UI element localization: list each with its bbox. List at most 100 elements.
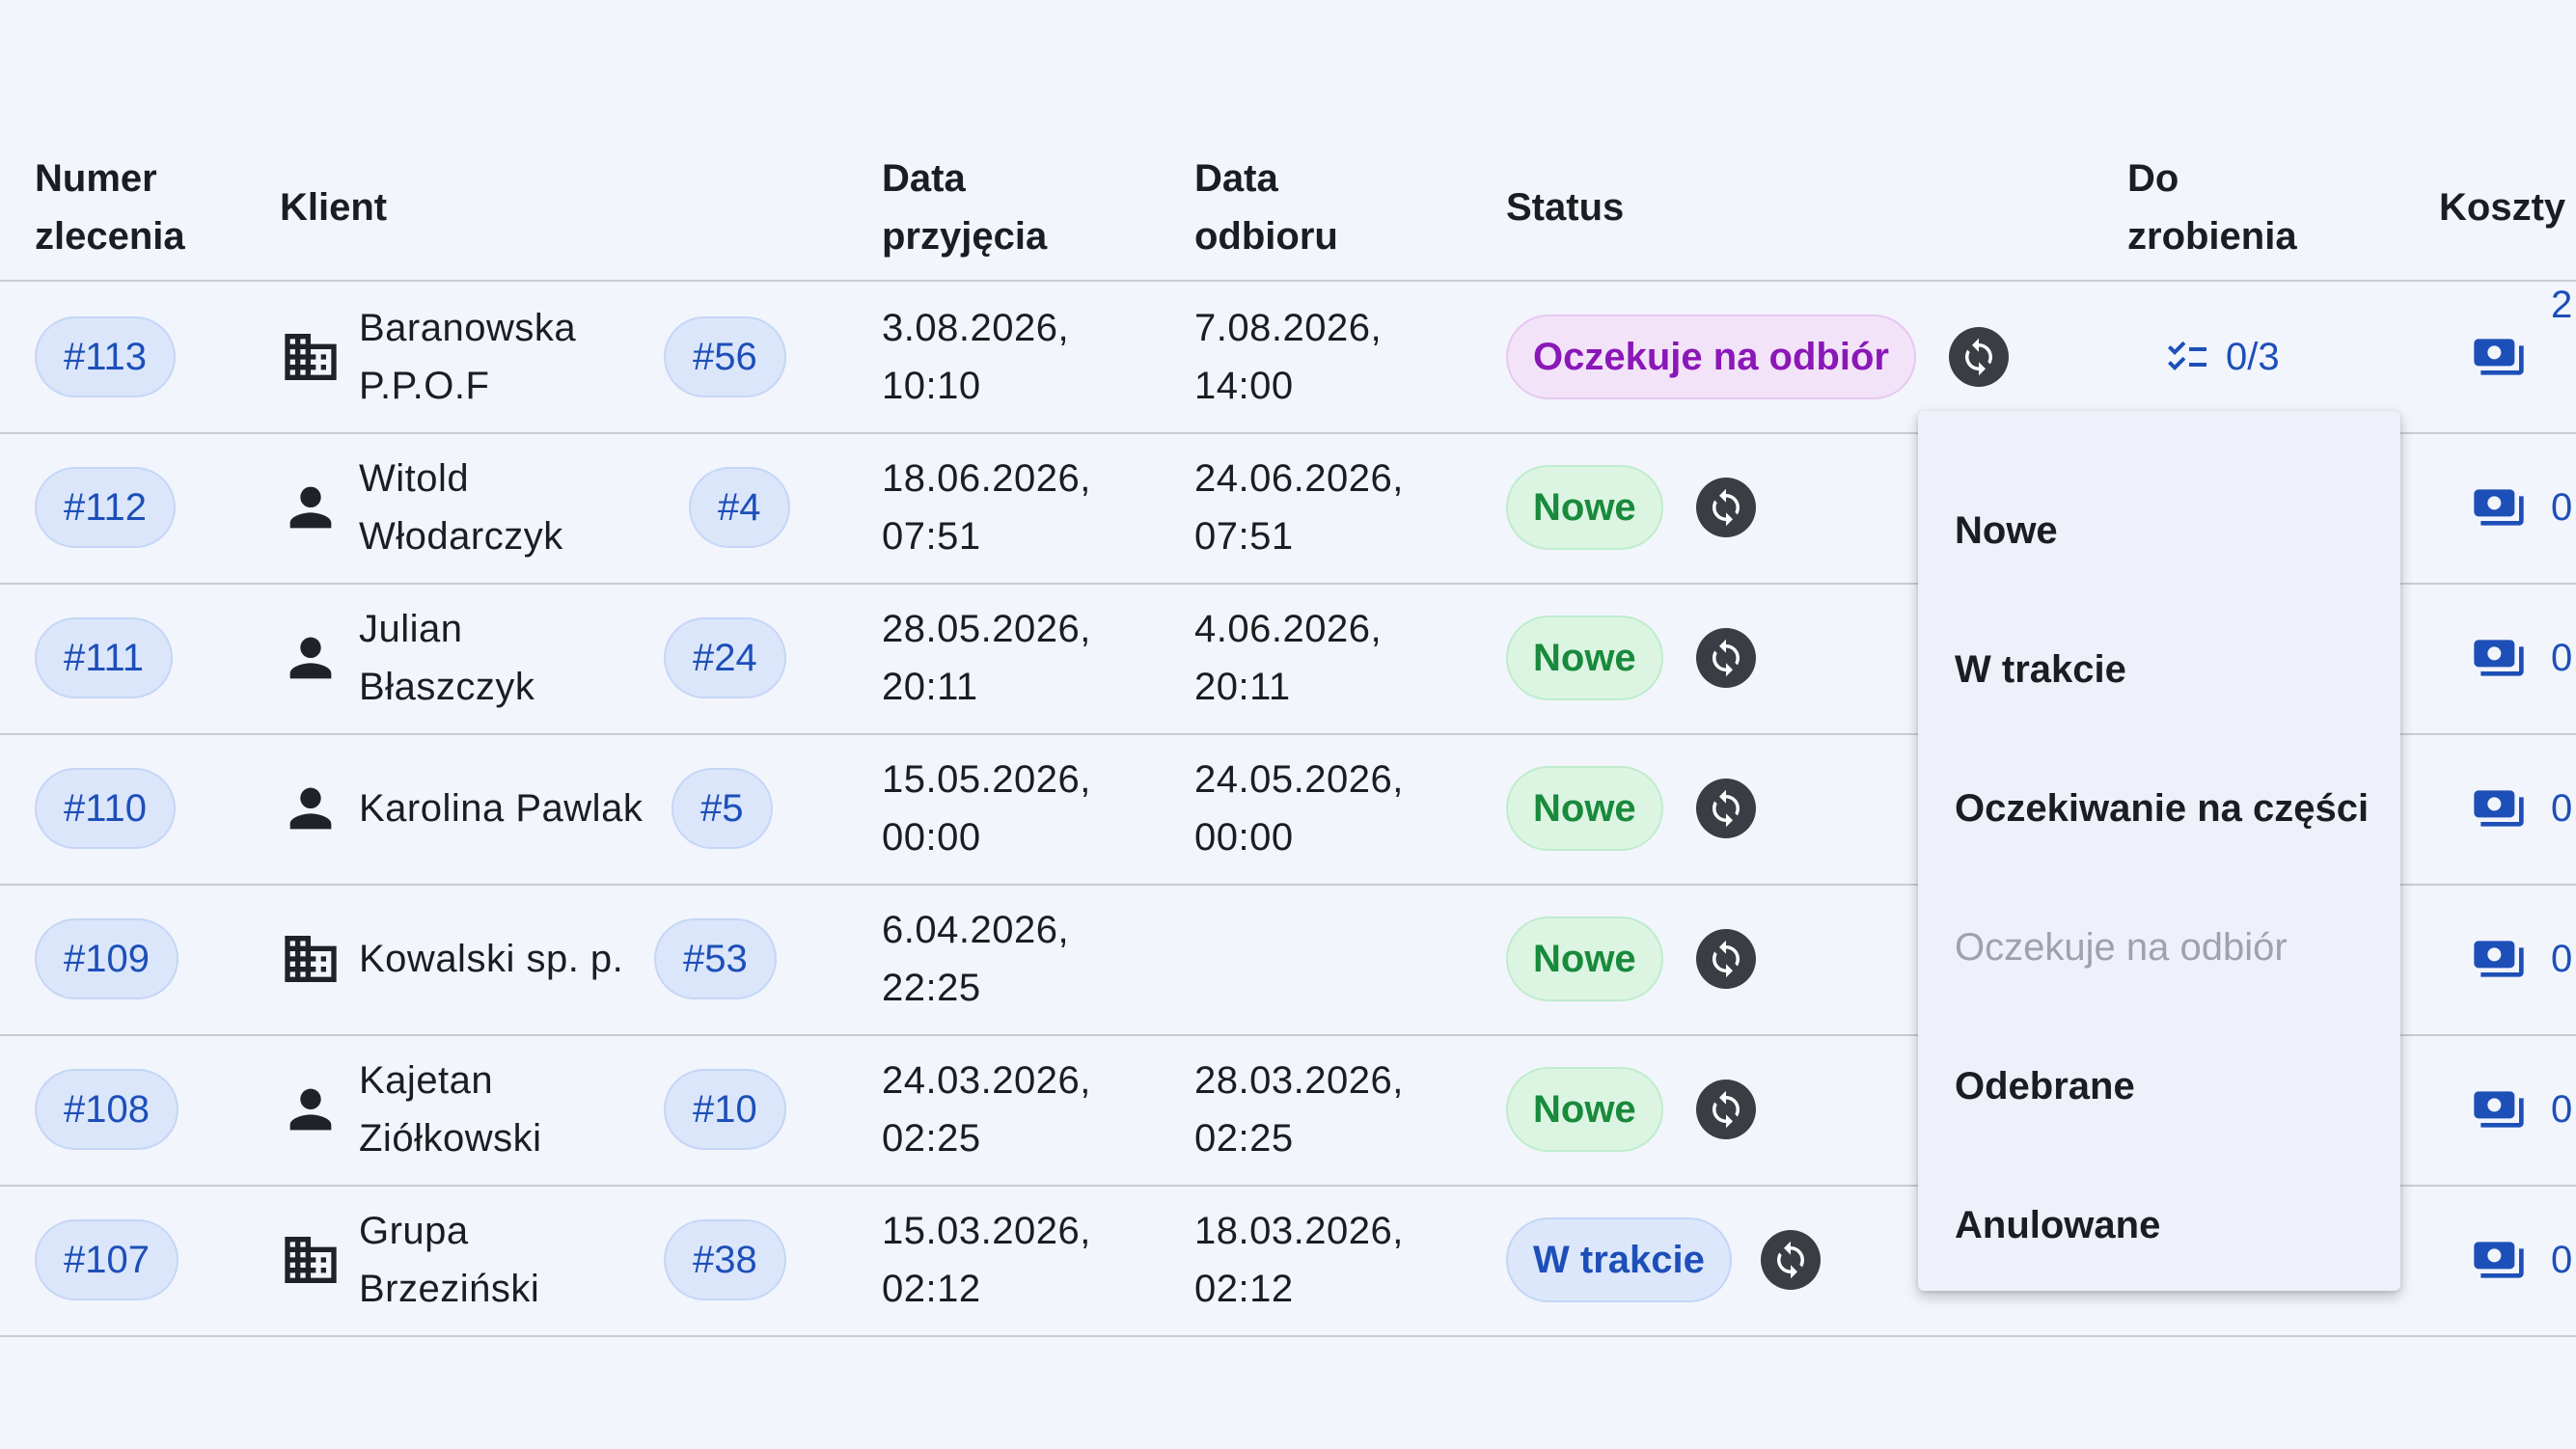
header-todo[interactable]: Do zrobienia xyxy=(2127,135,2297,280)
cost-value: 0, xyxy=(2551,1087,2576,1131)
client-name[interactable]: Grupa Brzeziński xyxy=(359,1202,539,1318)
todo-cell: 0/3 xyxy=(2164,282,2280,432)
received-date-cell: 28.05.2026, 20:11 xyxy=(882,608,1091,708)
order-id-chip[interactable]: #113 xyxy=(35,316,177,397)
header-order-number[interactable]: Numer zlecenia xyxy=(35,135,185,280)
building-icon xyxy=(280,1229,342,1291)
sync-icon[interactable] xyxy=(1948,327,2009,387)
client-cell: Julian Błaszczyk xyxy=(280,583,534,733)
client-id-chip[interactable]: #38 xyxy=(664,1219,786,1300)
client-id-chip[interactable]: #53 xyxy=(654,918,777,999)
menu-item-oczekiwanie-na-czesci[interactable]: Oczekiwanie na części xyxy=(1955,779,2369,837)
money-icon[interactable] xyxy=(2472,781,2526,835)
client-cell: Kajetan Ziółkowski xyxy=(280,1034,541,1185)
order-id-chip[interactable]: #109 xyxy=(35,918,178,999)
costs-cell: 0, xyxy=(2472,884,2576,1034)
pickup-date-cell: 24.06.2026, 07:51 xyxy=(1194,457,1404,558)
menu-item-w-trakcie[interactable]: W trakcie xyxy=(1955,641,2126,698)
cost-value: 0, xyxy=(2551,1238,2576,1281)
checklist-icon xyxy=(2164,334,2210,380)
client-name[interactable]: Baranowska P.P.O.F xyxy=(359,299,576,415)
status-badge[interactable]: Nowe xyxy=(1506,1067,1663,1152)
received-date-cell: 24.03.2026, 02:25 xyxy=(882,1059,1091,1160)
client-cell: Grupa Brzeziński xyxy=(280,1185,539,1335)
status-cell: W trakcie xyxy=(1506,1185,1821,1335)
status-cell: Nowe xyxy=(1506,1034,1756,1185)
costs-cell: 0, xyxy=(2472,432,2576,583)
order-id-chip[interactable]: #111 xyxy=(35,617,174,698)
person-icon xyxy=(280,477,342,538)
received-date-cell: 6.04.2026, 22:25 xyxy=(882,909,1070,1009)
pickup-date-cell: 4.06.2026, 20:11 xyxy=(1194,608,1383,708)
sync-icon[interactable] xyxy=(1695,478,1756,537)
header-received-date[interactable]: Data przyjęcia xyxy=(882,135,1047,280)
header-client[interactable]: Klient xyxy=(280,135,387,280)
sync-icon[interactable] xyxy=(1695,1080,1756,1139)
money-icon[interactable] xyxy=(2472,1233,2526,1287)
client-cell: Baranowska P.P.O.F xyxy=(280,282,576,432)
cost-value: 0, xyxy=(2551,937,2576,980)
sync-icon[interactable] xyxy=(1695,628,1756,688)
client-id-chip[interactable]: #24 xyxy=(664,617,786,698)
money-icon[interactable] xyxy=(2472,932,2526,986)
status-badge[interactable]: Nowe xyxy=(1506,916,1663,1001)
order-id-cell: #113 xyxy=(35,282,177,432)
status-badge[interactable]: Nowe xyxy=(1506,615,1663,700)
header-costs[interactable]: Koszty xyxy=(2439,135,2565,280)
menu-item-odebrane[interactable]: Odebrane xyxy=(1955,1057,2135,1115)
status-cell: Nowe xyxy=(1506,733,1756,884)
header-pickup-date[interactable]: Data odbioru xyxy=(1194,135,1338,280)
status-cell: Nowe xyxy=(1506,432,1756,583)
person-icon xyxy=(280,1079,342,1140)
received-date-cell: 18.06.2026, 07:51 xyxy=(882,457,1091,558)
person-icon xyxy=(280,627,342,689)
money-icon[interactable] xyxy=(2472,480,2526,534)
client-id-chip[interactable]: #10 xyxy=(664,1069,786,1150)
order-id-cell: #109 xyxy=(35,884,178,1034)
status-cell: Nowe xyxy=(1506,583,1756,733)
client-name[interactable]: Karolina Pawlak xyxy=(359,779,643,837)
client-name[interactable]: Witold Włodarczyk xyxy=(359,450,563,565)
sync-icon[interactable] xyxy=(1695,929,1756,989)
cost-value: 0, xyxy=(2551,636,2576,679)
money-icon[interactable] xyxy=(2472,330,2526,384)
order-id-chip[interactable]: #110 xyxy=(35,768,177,849)
status-badge[interactable]: W trakcie xyxy=(1506,1217,1732,1302)
status-cell: Nowe xyxy=(1506,884,1756,1034)
client-cell: Witold Włodarczyk xyxy=(280,432,563,583)
menu-item-nowe[interactable]: Nowe xyxy=(1955,502,2058,560)
menu-item-anulowane[interactable]: Anulowane xyxy=(1955,1196,2160,1254)
client-cell: Karolina Pawlak xyxy=(280,733,643,884)
menu-item-oczekuje-na-odbior: Oczekuje na odbiór xyxy=(1955,926,2288,969)
costs-cell: 2 xyxy=(2472,282,2572,432)
costs-cell: 0, xyxy=(2472,1185,2576,1335)
costs-cell: 0, xyxy=(2472,583,2576,733)
building-icon xyxy=(280,326,342,388)
todo-progress[interactable]: 0/3 xyxy=(2164,334,2280,380)
sync-icon[interactable] xyxy=(1760,1230,1821,1290)
received-date-cell: 3.08.2026, 10:10 xyxy=(882,307,1070,407)
client-name[interactable]: Kajetan Ziółkowski xyxy=(359,1052,541,1167)
client-id-chip[interactable]: #5 xyxy=(671,768,773,849)
costs-cell: 0, xyxy=(2472,733,2576,884)
status-cell: Oczekuje na odbiór xyxy=(1506,282,2009,432)
client-id-chip[interactable]: #56 xyxy=(664,316,786,397)
sync-icon[interactable] xyxy=(1695,779,1756,838)
table-header: Numer zlecenia Klient Data przyjęcia Data o… xyxy=(0,135,2576,282)
status-badge[interactable]: Oczekuje na odbiór xyxy=(1506,314,1916,399)
order-id-chip[interactable]: #112 xyxy=(35,467,177,548)
order-id-cell: #108 xyxy=(35,1034,178,1185)
client-name[interactable]: Kowalski sp. p. xyxy=(359,930,623,988)
money-icon[interactable] xyxy=(2472,1082,2526,1136)
order-id-chip[interactable]: #108 xyxy=(35,1069,178,1150)
client-name[interactable]: Julian Błaszczyk xyxy=(359,600,534,716)
client-id-chip[interactable]: #4 xyxy=(689,467,790,548)
order-id-cell: #107 xyxy=(35,1185,178,1335)
status-badge[interactable]: Nowe xyxy=(1506,766,1663,851)
money-icon[interactable] xyxy=(2472,631,2526,685)
status-badge[interactable]: Nowe xyxy=(1506,465,1663,550)
header-status[interactable]: Status xyxy=(1506,135,1624,280)
pickup-date-cell: 24.05.2026, 00:00 xyxy=(1194,758,1404,859)
received-date-cell: 15.05.2026, 00:00 xyxy=(882,758,1091,859)
order-id-chip[interactable]: #107 xyxy=(35,1219,178,1300)
